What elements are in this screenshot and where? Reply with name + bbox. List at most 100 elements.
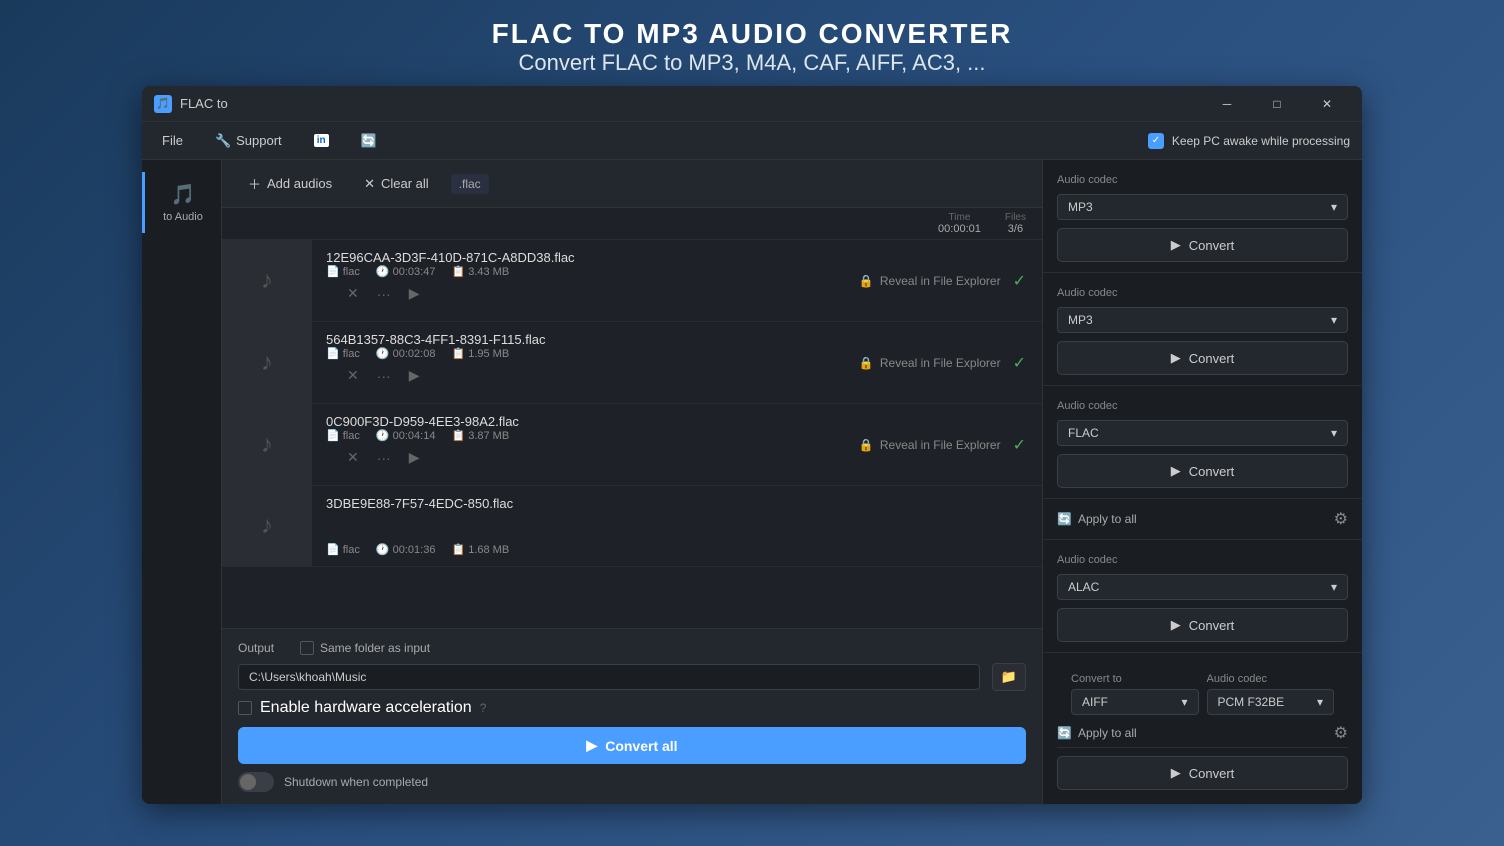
chevron-down-icon: ▾ xyxy=(1317,695,1323,709)
file-bottom-row: ✕ ··· ▶ xyxy=(326,442,829,475)
conv-row-2: Audio codec MP3 ▾ ▶ Convert xyxy=(1043,273,1362,386)
hw-accel-help: ? xyxy=(480,701,487,715)
reveal-link-1[interactable]: 🔒 Reveal in File Explorer xyxy=(859,274,1001,288)
convert-label-1: Convert xyxy=(1189,238,1235,253)
convert-button-2[interactable]: ▶ Convert xyxy=(1057,341,1348,375)
files-value: 3/6 xyxy=(1008,223,1023,235)
same-folder-checkbox[interactable] xyxy=(300,641,314,655)
file-info: 0C900F3D-D959-4EE3-98A2.flac 📄 flac 🕐 00… xyxy=(312,404,843,485)
codec-select-3[interactable]: FLAC ▾ xyxy=(1057,420,1348,446)
convert-to-value: AIFF xyxy=(1082,695,1108,709)
support-menu-label: Support xyxy=(236,133,282,148)
table-row: ♪ 564B1357-88C3-4FF1-8391-F115.flac 📄 fl… xyxy=(222,322,1042,404)
shutdown-toggle[interactable] xyxy=(238,772,274,792)
conv-row-4-top: Audio codec xyxy=(1057,554,1348,566)
keep-awake-checkbox[interactable]: ✓ xyxy=(1148,133,1164,149)
file-thumbnail: ♪ xyxy=(222,240,312,321)
convert-to-label: Convert to xyxy=(1071,673,1199,685)
close-button[interactable]: ✕ xyxy=(1304,86,1350,122)
convert-button-4[interactable]: ▶ Convert xyxy=(1057,608,1348,642)
convert-button-bottom[interactable]: ▶ Convert xyxy=(1057,756,1348,790)
file-duration-1: 🕐 00:03:47 xyxy=(376,265,436,278)
file-list: ♪ 12E96CAA-3D3F-410D-871C-A8DD38.flac 📄 … xyxy=(222,240,1042,628)
convert-button-1[interactable]: ▶ Convert xyxy=(1057,228,1348,262)
shutdown-row: Shutdown when completed xyxy=(238,772,1026,792)
codec-select-4[interactable]: ALAC ▾ xyxy=(1057,574,1348,600)
title-bar-title: FLAC to xyxy=(180,96,228,111)
convert-label-2: Convert xyxy=(1189,351,1235,366)
convert-button-3[interactable]: ▶ Convert xyxy=(1057,454,1348,488)
file-menu[interactable]: File xyxy=(154,129,191,152)
remove-file-1-button[interactable]: ✕ xyxy=(342,282,364,305)
files-label: Files xyxy=(1005,212,1026,223)
remove-file-3-button[interactable]: ✕ xyxy=(342,446,364,469)
plus-icon: ＋ xyxy=(248,174,261,193)
apply-row-mid: 🔄 Apply to all ⚙ xyxy=(1043,499,1362,540)
file-size-1: 📋 3.43 MB xyxy=(451,265,509,278)
file-duration-3: 🕐 00:04:14 xyxy=(376,429,436,442)
file-meta: 📄 flac 🕐 00:01:36 📋 1.68 MB xyxy=(326,543,1028,556)
codec-select-1[interactable]: MP3 ▾ xyxy=(1057,194,1348,220)
play-icon: ▶ xyxy=(1171,617,1181,633)
output-row: Output Same folder as input xyxy=(238,641,1026,655)
file-thumbnail: ♪ xyxy=(222,322,312,403)
reveal-link-2[interactable]: 🔒 Reveal in File Explorer xyxy=(859,356,1001,370)
settings-button-mid[interactable]: ⚙ xyxy=(1334,509,1348,529)
play-2-button[interactable]: ▶ xyxy=(404,364,425,387)
more-options-1-button[interactable]: ··· xyxy=(372,283,396,305)
codec-value-3: FLAC xyxy=(1068,426,1099,440)
play-1-button[interactable]: ▶ xyxy=(404,282,425,305)
keep-awake-option[interactable]: ✓ Keep PC awake while processing xyxy=(1148,133,1350,149)
remove-file-2-button[interactable]: ✕ xyxy=(342,364,364,387)
audio-codec-label-4: Audio codec xyxy=(1057,554,1118,566)
apply-to-all-button-mid[interactable]: 🔄 Apply to all xyxy=(1057,512,1137,526)
more-options-3-button[interactable]: ··· xyxy=(372,447,396,469)
play-icon: ▶ xyxy=(1171,350,1181,366)
file-meta: 📄 flac 🕐 00:04:14 📋 3.87 MB xyxy=(326,429,829,442)
lock-icon: 🔒 xyxy=(859,438,874,452)
same-folder-label: Same folder as input xyxy=(320,641,430,655)
play-3-button[interactable]: ▶ xyxy=(404,446,425,469)
codec-value-2: MP3 xyxy=(1068,313,1093,327)
same-folder-option[interactable]: Same folder as input xyxy=(300,641,430,655)
page-subtitle: Convert FLAC to MP3, M4A, CAF, AIFF, AC3… xyxy=(492,50,1013,76)
file-name: 564B1357-88C3-4FF1-8391-F115.flac xyxy=(326,332,829,347)
music-icon: ♪ xyxy=(261,349,273,377)
table-row: ♪ 0C900F3D-D959-4EE3-98A2.flac 📄 flac 🕐 … xyxy=(222,404,1042,486)
refresh-icon: 🔄 xyxy=(1057,726,1072,740)
audio-codec-label-1: Audio codec xyxy=(1057,174,1118,186)
convert-to-select[interactable]: AIFF ▾ xyxy=(1071,689,1199,715)
apply-to-all-button-bottom[interactable]: 🔄 Apply to all xyxy=(1057,726,1137,740)
more-options-2-button[interactable]: ··· xyxy=(372,365,396,387)
files-stat: Files 3/6 xyxy=(1005,212,1026,235)
menu-bar: File 🔧 Support in 🔄 ✓ Keep PC awake whil… xyxy=(142,122,1362,160)
clear-all-button[interactable]: ✕ Clear all xyxy=(354,170,439,198)
app-window: 🎵 FLAC to ─ □ ✕ File 🔧 Support in 🔄 xyxy=(142,86,1362,804)
chevron-down-icon: ▾ xyxy=(1181,695,1187,709)
refresh-button[interactable]: 🔄 xyxy=(353,129,385,153)
support-menu[interactable]: 🔧 Support xyxy=(207,129,290,153)
sidebar-item-audio[interactable]: 🎵 to Audio xyxy=(142,172,221,233)
reveal-link-3[interactable]: 🔒 Reveal in File Explorer xyxy=(859,438,1001,452)
file-actions: 🔒 Reveal in File Explorer ✓ xyxy=(843,240,1042,321)
maximize-button[interactable]: □ xyxy=(1254,86,1300,122)
convert-all-button[interactable]: ▶ Convert all xyxy=(238,727,1026,764)
linkedin-button[interactable]: in xyxy=(306,130,337,151)
file-format-3: 📄 flac xyxy=(326,429,360,442)
file-name: 12E96CAA-3D3F-410D-871C-A8DD38.flac xyxy=(326,250,829,265)
chevron-down-icon: ▾ xyxy=(1331,313,1337,327)
main-content: 🎵 to Audio ＋ Add audios ✕ Clear all .fla… xyxy=(142,160,1362,804)
file-size-4: 📋 1.68 MB xyxy=(451,543,509,556)
audio-codec-select-bottom[interactable]: PCM F32BE ▾ xyxy=(1207,689,1335,715)
conv-row-1-top: Audio codec xyxy=(1057,174,1348,186)
app-icon: 🎵 xyxy=(154,95,172,113)
codec-select-2[interactable]: MP3 ▾ xyxy=(1057,307,1348,333)
minimize-button[interactable]: ─ xyxy=(1204,86,1250,122)
browse-button[interactable]: 📁 xyxy=(992,663,1026,691)
hw-accel-checkbox[interactable] xyxy=(238,701,252,715)
add-audios-button[interactable]: ＋ Add audios xyxy=(238,168,342,199)
play-icon: ▶ xyxy=(1171,237,1181,253)
output-path-input[interactable] xyxy=(238,664,980,690)
apply-to-all-label-bottom: Apply to all xyxy=(1078,726,1137,740)
settings-button-bottom[interactable]: ⚙ xyxy=(1334,723,1348,743)
